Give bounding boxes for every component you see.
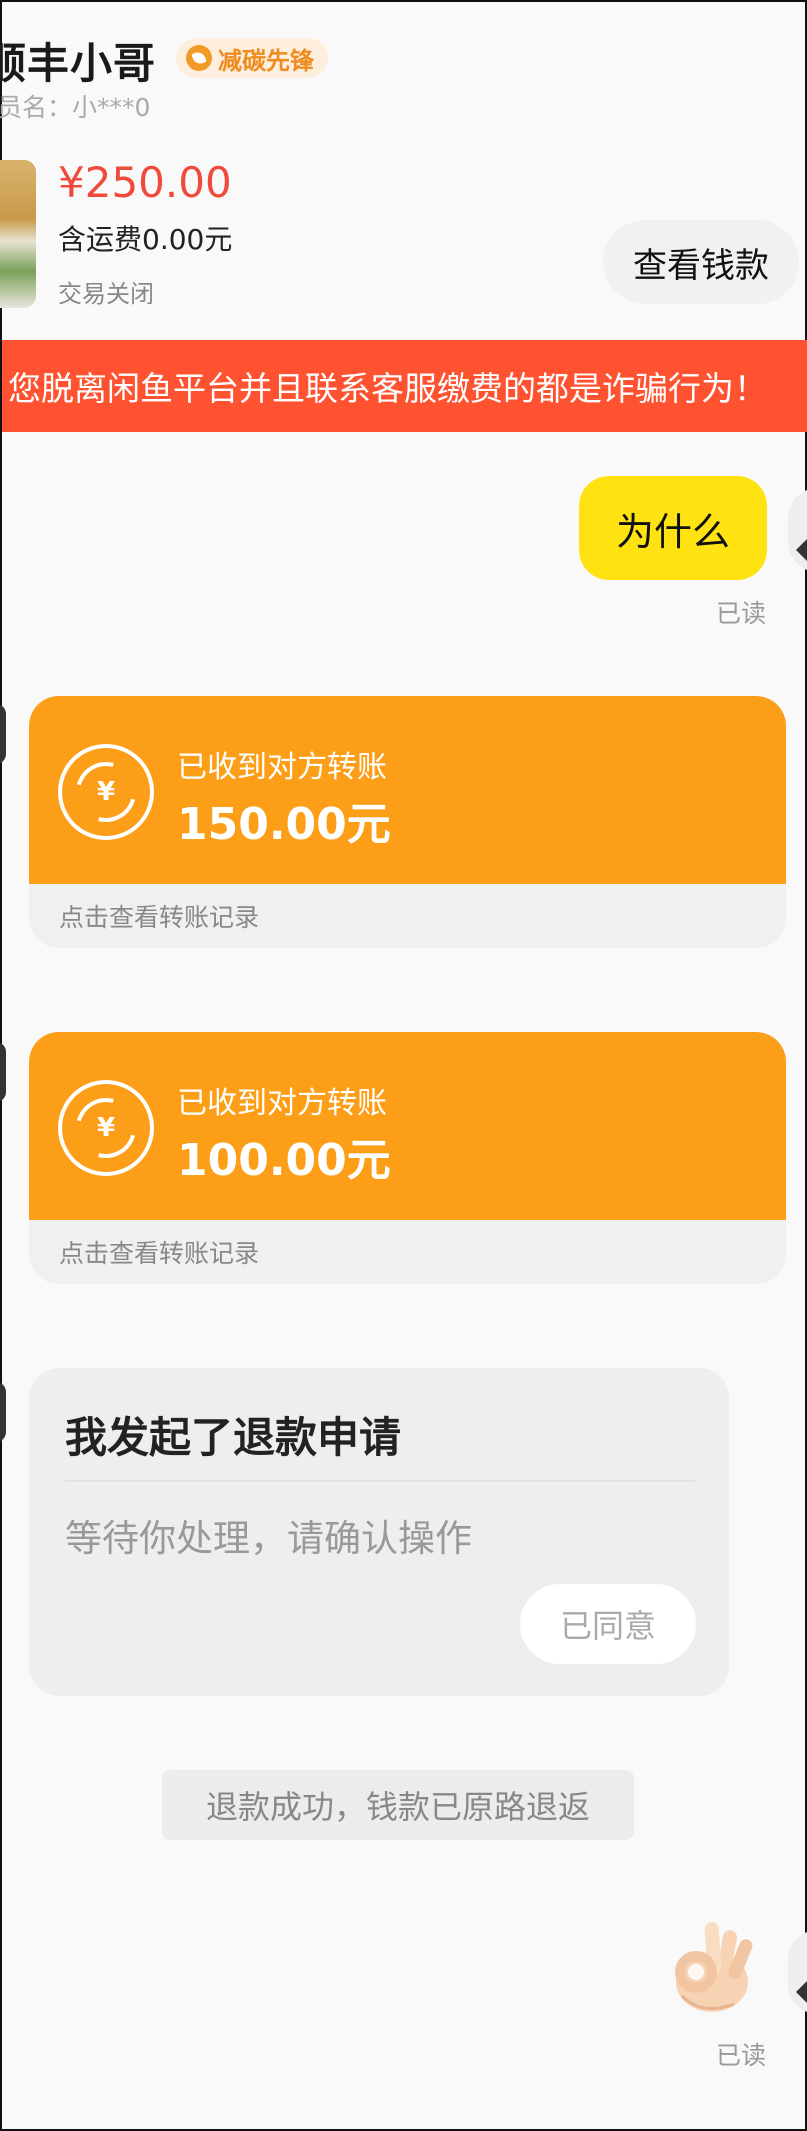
member-name: 会员名：小***0 bbox=[0, 93, 151, 122]
transfer-amount: 150.00元 bbox=[177, 799, 391, 850]
seller-name: 顺丰小哥 bbox=[0, 39, 157, 88]
transfer-record-link[interactable]: 点击查看转账记录 bbox=[29, 1220, 786, 1284]
read-receipt: 已读 bbox=[716, 2041, 767, 2070]
bubble-tail-icon bbox=[796, 1978, 807, 2006]
fraud-warning-banner: 您脱离闲鱼平台并且联系客服缴费的都是诈骗行为！ bbox=[2, 340, 807, 432]
view-payment-button[interactable]: 查看钱款 bbox=[603, 220, 799, 304]
trade-status: 交易关闭 bbox=[58, 280, 154, 308]
bubble-tail-icon bbox=[796, 536, 807, 564]
read-receipt: 已读 bbox=[716, 599, 767, 628]
transfer-label: 已收到对方转账 bbox=[177, 750, 387, 785]
yuan-transfer-icon: ¥ bbox=[58, 744, 154, 840]
refund-subtitle: 等待你处理，请确认操作 bbox=[65, 1517, 472, 1560]
transfer-label: 已收到对方转账 bbox=[177, 1086, 387, 1121]
product-thumbnail[interactable] bbox=[0, 160, 36, 308]
outgoing-message[interactable]: 为什么 bbox=[579, 476, 767, 580]
badge-label: 减碳先锋 bbox=[218, 46, 314, 75]
my-avatar[interactable] bbox=[788, 1930, 807, 2014]
peer-avatar[interactable] bbox=[0, 704, 6, 764]
peer-avatar[interactable] bbox=[0, 1382, 6, 1442]
divider bbox=[65, 1480, 695, 1482]
transfer-record-link[interactable]: 点击查看转账记录 bbox=[29, 884, 786, 948]
transfer-card[interactable]: ¥ 已收到对方转账 100.00元 点击查看转账记录 bbox=[29, 1032, 786, 1284]
shipping-fee: 含运费0.00元 bbox=[58, 223, 233, 256]
product-price: ¥250.00 bbox=[58, 158, 232, 207]
transfer-amount: 100.00元 bbox=[177, 1135, 391, 1186]
transfer-card[interactable]: ¥ 已收到对方转账 150.00元 点击查看转账记录 bbox=[29, 696, 786, 948]
refund-title: 我发起了退款申请 bbox=[65, 1413, 402, 1462]
system-notice: 退款成功，钱款已原路退返 bbox=[162, 1770, 634, 1840]
yuan-transfer-icon: ¥ bbox=[58, 1080, 154, 1176]
my-avatar[interactable] bbox=[788, 488, 807, 572]
peer-avatar[interactable] bbox=[0, 1042, 6, 1102]
agreed-button[interactable]: 已同意 bbox=[520, 1584, 696, 1664]
eco-badge[interactable]: 减碳先锋 bbox=[176, 38, 328, 78]
ok-hand-icon[interactable] bbox=[662, 1916, 762, 2020]
leaf-icon bbox=[186, 45, 212, 71]
refund-request-card: 我发起了退款申请 等待你处理，请确认操作 已同意 bbox=[29, 1368, 729, 1696]
